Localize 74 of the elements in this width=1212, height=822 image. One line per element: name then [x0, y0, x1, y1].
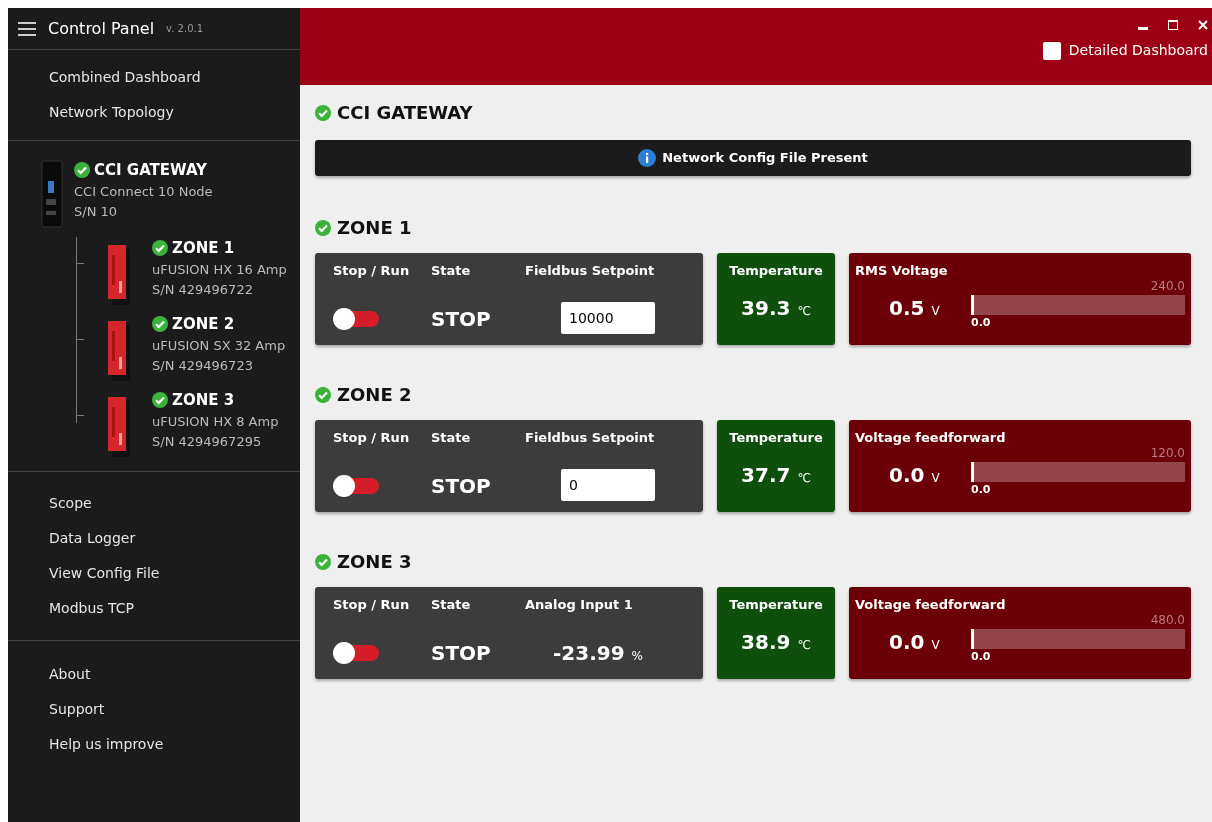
input-reading: -23.99 %	[552, 639, 644, 667]
section-title: ZONE 3	[337, 550, 412, 574]
field-label: Stop / Run	[333, 262, 411, 280]
maximize-icon[interactable]	[1168, 20, 1178, 30]
device-name: ZONE 2	[172, 314, 235, 335]
sidebar-item[interactable]: Modbus TCP	[8, 591, 300, 626]
field-label: State	[431, 429, 472, 447]
serial-number: S/N 429496722	[152, 281, 254, 300]
device-icon	[108, 397, 130, 457]
info-banner: Network Config File Present	[315, 140, 1191, 176]
section-title: CCI GATEWAY	[337, 101, 473, 125]
device-icon	[108, 321, 130, 381]
field-label: Stop / Run	[333, 429, 411, 447]
scale-min: 0.0	[971, 649, 991, 665]
serial-number: S/N 429496723	[152, 357, 254, 376]
field-label: Voltage feedforward	[855, 429, 1007, 447]
field-label: Temperature	[728, 429, 824, 447]
device-model: uFUSION HX 8 Amp	[152, 412, 279, 431]
sidebar-item[interactable]: Help us improve	[8, 727, 300, 762]
sidebar-item[interactable]: About	[8, 657, 300, 692]
scale-min: 0.0	[971, 482, 991, 498]
state-value: STOP	[431, 472, 492, 500]
temperature-reading: 39.3 ℃	[740, 294, 812, 322]
sidebar-item[interactable]: Support	[8, 692, 300, 727]
field-label: Fieldbus Setpoint	[525, 429, 656, 447]
voltage-reading: 0.0 V	[889, 629, 940, 656]
temperature-reading: 38.9 ℃	[740, 628, 812, 656]
device-icon	[40, 159, 64, 229]
toggle-switch[interactable]	[333, 641, 379, 664]
scale-max: 480.0	[1150, 612, 1185, 629]
toggle-switch[interactable]	[333, 307, 379, 330]
field-label: Temperature	[728, 262, 824, 280]
checkbox[interactable]	[1042, 41, 1061, 60]
device-name: CCI GATEWAY	[94, 160, 207, 181]
field-label: State	[431, 596, 472, 614]
app-title: Control Panel	[48, 17, 155, 40]
field-label: Fieldbus Setpoint	[525, 262, 656, 280]
field-label: Stop / Run	[333, 596, 411, 614]
scale-max: 120.0	[1150, 445, 1185, 462]
checkbox-label: Detailed Dashboard	[1068, 41, 1208, 60]
device-model: uFUSION SX 32 Amp	[152, 336, 286, 355]
setpoint-field[interactable]: 10000	[561, 301, 655, 334]
section-title: ZONE 1	[337, 216, 412, 240]
close-icon[interactable]	[1198, 20, 1208, 30]
field-label: Analog Input 1	[525, 596, 634, 614]
sidebar-item[interactable]: View Config File	[8, 556, 300, 591]
voltage-reading: 0.5 V	[889, 295, 940, 322]
field-label: RMS Voltage	[855, 262, 949, 280]
field-label: Voltage feedforward	[855, 596, 1007, 614]
toggle-switch[interactable]	[333, 474, 379, 497]
device-name: ZONE 1	[172, 238, 235, 259]
sidebar-item[interactable]: Scope	[8, 486, 300, 521]
field-label: Temperature	[728, 596, 824, 614]
section-title: ZONE 2	[337, 383, 412, 407]
serial-number: S/N 4294967295	[152, 433, 263, 452]
info-icon	[638, 149, 657, 167]
menu-icon[interactable]	[18, 21, 36, 36]
device-name: ZONE 3	[172, 390, 235, 411]
temperature-reading: 37.7 ℃	[740, 461, 812, 489]
device-model: uFUSION HX 16 Amp	[152, 260, 287, 279]
device-model: CCI Connect 10 Node	[74, 182, 213, 201]
sidebar-item[interactable]: Data Logger	[8, 521, 300, 556]
voltage-reading: 0.0 V	[889, 462, 940, 489]
state-value: STOP	[431, 639, 492, 667]
sidebar-item[interactable]: Network Topology	[8, 95, 300, 130]
serial-number: S/N 10	[74, 203, 119, 222]
sidebar-item[interactable]: Combined Dashboard	[8, 60, 300, 95]
scale-min: 0.0	[971, 315, 991, 331]
field-label: State	[431, 262, 472, 280]
setpoint-field[interactable]: 0	[561, 468, 655, 501]
device-icon	[108, 245, 130, 305]
version-label: v. 2.0.1	[166, 22, 204, 36]
scale-max: 240.0	[1150, 278, 1185, 295]
state-value: STOP	[431, 305, 492, 333]
